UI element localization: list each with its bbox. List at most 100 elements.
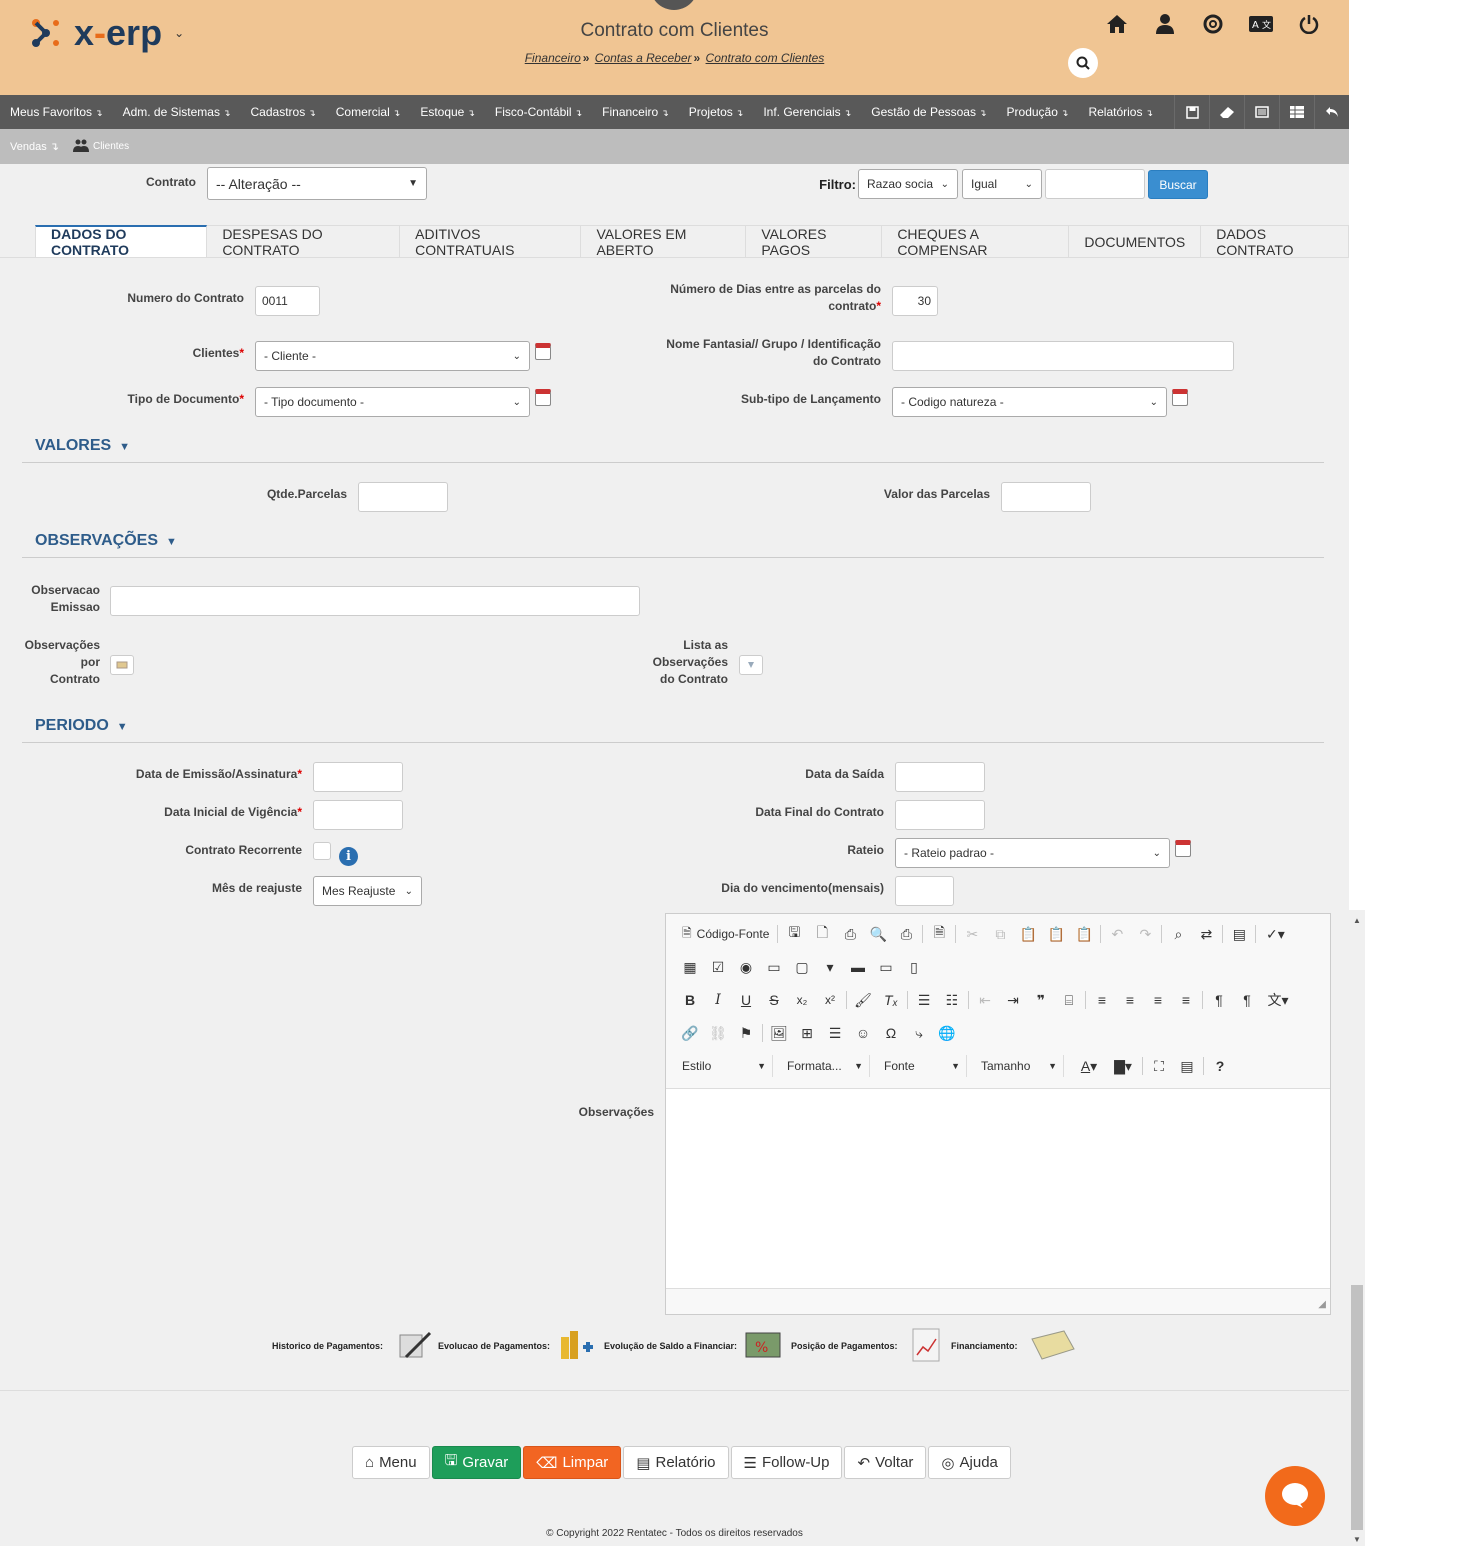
data-final-input[interactable] — [895, 800, 985, 830]
button-icon[interactable]: ▬ — [844, 956, 872, 978]
power-icon[interactable] — [1297, 12, 1321, 36]
ltr-icon[interactable]: ¶ — [1205, 989, 1233, 1011]
sub-menu-vendas[interactable]: Vendas ↴ — [10, 140, 59, 153]
preview-icon[interactable]: 🔍 — [864, 923, 892, 945]
grid-icon[interactable] — [1279, 95, 1314, 129]
undo-icon[interactable]: ↶ — [1103, 923, 1131, 945]
paste-icon[interactable]: 📋 — [1014, 923, 1042, 945]
find-icon[interactable]: ⌕ — [1164, 923, 1192, 945]
language-icon[interactable]: 文▾ — [1261, 989, 1295, 1011]
image-button-icon[interactable]: ▭ — [872, 956, 900, 978]
copy-format-icon[interactable]: 🖌 — [849, 989, 877, 1011]
special-char-icon[interactable]: Ω — [877, 1022, 905, 1044]
italic-icon[interactable]: I — [704, 989, 732, 1011]
report-icon[interactable] — [1244, 95, 1279, 129]
align-right-icon[interactable]: ≡ — [1144, 989, 1172, 1011]
maximize-icon[interactable]: ⛶ — [1145, 1055, 1173, 1077]
rateio-select[interactable]: - Rateio padrao - ⌄ — [895, 838, 1170, 868]
unlink-icon[interactable]: ⛓ — [704, 1022, 732, 1044]
menu-item[interactable]: Financeiro ↴ — [592, 105, 679, 119]
relatorio-button[interactable]: ▤ Relatório — [623, 1446, 729, 1479]
tab-documentos[interactable]: DOCUMENTOS — [1069, 225, 1202, 257]
horizontal-line-icon[interactable]: ☰ — [821, 1022, 849, 1044]
contrato-recorrente-checkbox[interactable] — [313, 842, 331, 860]
breadcrumb-financeiro[interactable]: Financeiro — [525, 51, 581, 65]
data-inicial-input[interactable] — [313, 800, 403, 830]
clientes-select[interactable]: - Cliente - ⌄ — [255, 341, 530, 371]
style-combo[interactable]: Estilo ▼ — [676, 1055, 773, 1077]
tab-valores-aberto[interactable]: VALORES EM ABERTO — [581, 225, 747, 258]
subscript-icon[interactable]: x₂ — [788, 989, 816, 1011]
checkbox-icon[interactable]: ☑ — [704, 956, 732, 978]
posicao-pagamentos-icon[interactable] — [908, 1327, 944, 1363]
replace-icon[interactable]: ⇄ — [1192, 923, 1220, 945]
mes-reajuste-select[interactable]: Mes Reajuste ⌄ — [313, 876, 422, 906]
back-icon[interactable] — [1314, 95, 1349, 129]
superscript-icon[interactable]: x² — [816, 989, 844, 1011]
tab-valores-pagos[interactable]: VALORES PAGOS — [746, 225, 883, 258]
home-icon[interactable] — [1105, 12, 1129, 36]
select-all-icon[interactable]: ▤ — [1225, 923, 1253, 945]
help-icon[interactable]: ? — [1206, 1055, 1234, 1077]
valores-section-header[interactable]: VALORES ▼ — [22, 433, 1324, 463]
copy-icon[interactable]: ⧉ — [986, 923, 1014, 945]
tab-dados-contrato[interactable]: DADOS CONTRATO — [1201, 225, 1349, 258]
format-combo[interactable]: Formata... ▼ — [781, 1055, 870, 1077]
support-icon[interactable] — [1201, 12, 1225, 36]
breadcrumb-contas-receber[interactable]: Contas a Receber — [595, 51, 692, 65]
scrollbar-thumb[interactable] — [1351, 1285, 1363, 1530]
justify-icon[interactable]: ≡ — [1172, 989, 1200, 1011]
calendar-icon[interactable] — [1172, 389, 1188, 406]
eraser-icon[interactable] — [1209, 95, 1244, 129]
tab-dados-do-contrato[interactable]: DADOS DO CONTRATO — [35, 225, 208, 258]
scrollbar[interactable]: ▲ ▼ — [1349, 910, 1365, 1546]
menu-item[interactable]: Adm. de Sistemas ↴ — [113, 105, 241, 119]
paste-text-icon[interactable]: 📋 — [1042, 923, 1070, 945]
sub-tipo-select[interactable]: - Codigo natureza - ⌄ — [892, 387, 1167, 417]
align-center-icon[interactable]: ≡ — [1116, 989, 1144, 1011]
redo-icon[interactable]: ↷ — [1131, 923, 1159, 945]
breadcrumb-contrato[interactable]: Contrato com Clientes — [706, 51, 825, 65]
pdf-icon[interactable]: ⎙ — [836, 923, 864, 945]
limpar-button[interactable]: ⌫ Limpar — [523, 1446, 622, 1479]
textfield-icon[interactable]: ▭ — [760, 956, 788, 978]
editor-content-area[interactable] — [666, 1088, 1330, 1289]
textarea-icon[interactable]: ▢ — [788, 956, 816, 978]
menu-button[interactable]: ⌂ Menu — [352, 1446, 430, 1479]
menu-item[interactable]: Meus Favoritos ↴ — [0, 105, 113, 119]
menu-item[interactable]: Inf. Gerenciais ↴ — [753, 105, 861, 119]
observacao-emissao-input[interactable] — [110, 586, 640, 616]
rtl-icon[interactable]: ¶ — [1233, 989, 1261, 1011]
blockquote-icon[interactable]: ❞ — [1027, 989, 1055, 1011]
menu-item[interactable]: Fisco-Contábil ↴ — [485, 105, 592, 119]
strike-icon[interactable]: S — [760, 989, 788, 1011]
lista-observacoes-button[interactable] — [739, 655, 763, 675]
follow-up-button[interactable]: ☰ Follow-Up — [730, 1446, 843, 1479]
valor-parcelas-input[interactable] — [1001, 482, 1091, 512]
menu-item[interactable]: Projetos ↴ — [679, 105, 754, 119]
menu-item[interactable]: Estoque ↴ — [410, 105, 485, 119]
numero-contrato-input[interactable]: 0011 — [255, 286, 320, 316]
align-left-icon[interactable]: ≡ — [1088, 989, 1116, 1011]
qtde-parcelas-input[interactable] — [358, 482, 448, 512]
ajuda-button[interactable]: ◎ Ajuda — [928, 1446, 1011, 1479]
tipo-documento-select[interactable]: - Tipo documento - ⌄ — [255, 387, 530, 417]
page-break-icon[interactable]: ⤷ — [905, 1022, 933, 1044]
bullet-list-icon[interactable]: ☷ — [938, 989, 966, 1011]
evolucao-saldo-icon[interactable]: % — [745, 1327, 781, 1363]
nome-fantasia-input[interactable] — [892, 341, 1234, 371]
tab-cheques[interactable]: CHEQUES A COMPENSAR — [882, 225, 1070, 258]
hidden-field-icon[interactable]: ▯ — [900, 956, 928, 978]
chat-button[interactable] — [1265, 1466, 1325, 1526]
dias-parcelas-input[interactable]: 30 — [892, 286, 938, 316]
form-icon[interactable]: ▦ — [676, 956, 704, 978]
outdent-icon[interactable]: ⇤ — [971, 989, 999, 1011]
menu-item[interactable]: Produção ↴ — [997, 105, 1079, 119]
historico-pagamentos-icon[interactable] — [396, 1327, 432, 1363]
menu-item[interactable]: Relatórios ↴ — [1078, 105, 1163, 119]
cut-icon[interactable]: ✂ — [958, 923, 986, 945]
iframe-icon[interactable]: 🌐 — [933, 1022, 961, 1044]
image-icon[interactable]: 🖼 — [765, 1022, 793, 1044]
new-page-icon[interactable]: 🗋 — [808, 923, 836, 945]
select-icon[interactable]: ▾ — [816, 956, 844, 978]
